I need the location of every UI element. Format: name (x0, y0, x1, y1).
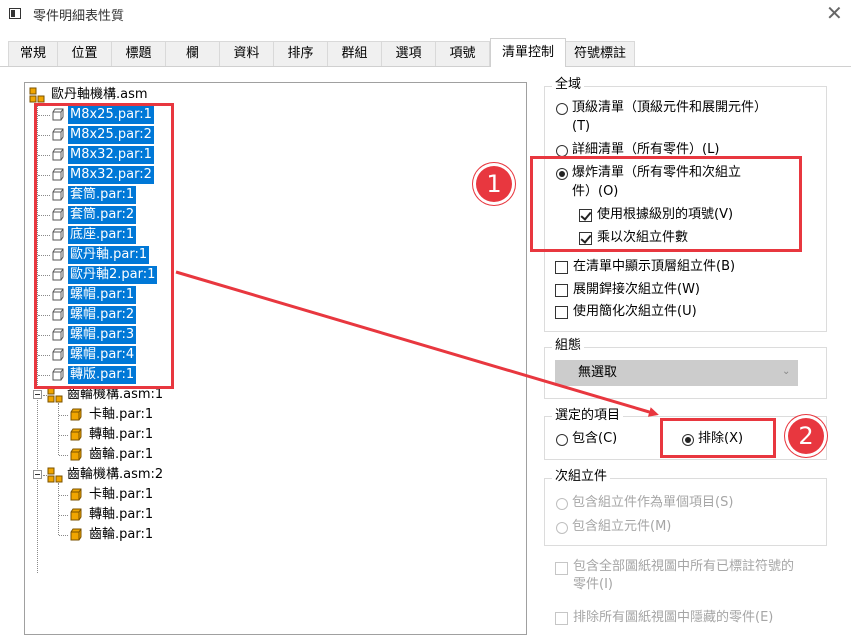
tree-connector (59, 515, 68, 516)
include-label: 包含(C) (572, 431, 618, 446)
tree-item-label: 齒輪.par:1 (89, 527, 154, 542)
tab-general[interactable]: 常規 (8, 41, 58, 66)
annotation-box-exclude (660, 418, 776, 458)
state-group-title: 組態 (552, 338, 585, 354)
collapse-icon[interactable] (33, 390, 42, 399)
annotation-box-selected-parts (34, 103, 174, 389)
include-all-label-1: 包含全部圖紙視圖中所有已標註符號的 (573, 559, 795, 574)
tab-baseline (0, 66, 851, 67)
tree-guide (58, 483, 59, 535)
exclude-hidden-label: 排除所有圖紙視圖中隱藏的零件(E) (573, 610, 774, 625)
subassembly-group-title: 次組立件 (552, 469, 611, 485)
subassembly-label: 齒輪機構.asm:2 (67, 467, 164, 482)
tree-connector (59, 535, 68, 536)
as-single-label: 包含組立件作為單個項目(S) (572, 495, 734, 510)
assembly-icon (29, 87, 45, 103)
scope-group-title: 全域 (552, 77, 585, 93)
top-level-label-1: 頂級清單（頂級元件和展開元件） (572, 100, 768, 115)
tree-item-label: 轉軸.par:1 (89, 507, 154, 522)
part-icon (70, 448, 82, 461)
as-single-radio[interactable] (556, 498, 568, 510)
tab-title[interactable]: 標題 (111, 41, 166, 66)
tab-list-control[interactable]: 清單控制 (490, 38, 566, 67)
annotation-box-exploded (530, 156, 802, 252)
tab-columns[interactable]: 欄 (165, 41, 220, 66)
use-simplified-label: 使用簡化次組立件(U) (573, 304, 697, 319)
use-simplified-checkbox[interactable] (555, 306, 568, 319)
window-title: 零件明細表性質 (33, 9, 125, 24)
top-level-label-2: (T) (572, 119, 591, 134)
expand-weldments-label: 展開銲接次組立件(W) (573, 282, 700, 297)
tab-sorting[interactable]: 排序 (273, 41, 328, 66)
tree-root-label: 歐丹軸機構.asm (51, 87, 148, 102)
annotation-badge-2: 2 (785, 415, 827, 457)
collapse-icon[interactable] (33, 470, 42, 479)
tab-options[interactable]: 選項 (381, 41, 436, 66)
include-all-label-2: 零件(I) (573, 577, 613, 592)
include-radio[interactable] (556, 434, 568, 446)
state-dropdown-value: 無選取 (578, 365, 618, 380)
tab-item-number[interactable]: 項號 (435, 41, 490, 66)
tree-guide (58, 403, 59, 455)
annotation-badge-1: 1 (473, 163, 515, 205)
include-all-checkbox[interactable] (555, 562, 568, 575)
tab-grouping[interactable]: 群組 (327, 41, 382, 66)
exclude-hidden-checkbox[interactable] (555, 612, 568, 625)
components-radio[interactable] (556, 522, 568, 534)
selected-items-group-title: 選定的項目 (552, 408, 624, 424)
assembly-icon (47, 467, 63, 483)
tree-item-label: 齒輪.par:1 (89, 447, 154, 462)
tab-data[interactable]: 資料 (219, 41, 274, 66)
tree-connector (59, 435, 68, 436)
part-icon (70, 508, 82, 521)
tree-item-label: 卡軸.par:1 (89, 487, 154, 502)
assembly-icon (47, 387, 63, 403)
tree-item-label: 卡軸.par:1 (89, 407, 154, 422)
app-icon (9, 8, 21, 19)
part-icon (70, 488, 82, 501)
tab-symbol-annotation[interactable]: 符號標註 (565, 41, 635, 66)
part-icon (70, 528, 82, 541)
top-level-radio[interactable] (556, 103, 568, 115)
part-icon (70, 408, 82, 421)
chevron-down-icon: ⌄ (782, 366, 791, 377)
tree-connector (59, 415, 68, 416)
tree-item-label: 轉軸.par:1 (89, 427, 154, 442)
show-top-asm-checkbox[interactable] (555, 261, 568, 274)
expand-weldments-checkbox[interactable] (555, 284, 568, 297)
close-icon[interactable]: ✕ (826, 2, 843, 24)
tree-connector (59, 455, 68, 456)
components-label: 包含組立元件(M) (572, 519, 672, 534)
tree-connector (59, 495, 68, 496)
tab-position[interactable]: 位置 (57, 41, 112, 66)
part-icon (70, 428, 82, 441)
title-bar (0, 0, 851, 30)
show-top-asm-label: 在清單中顯示頂層組立件(B) (573, 259, 736, 274)
